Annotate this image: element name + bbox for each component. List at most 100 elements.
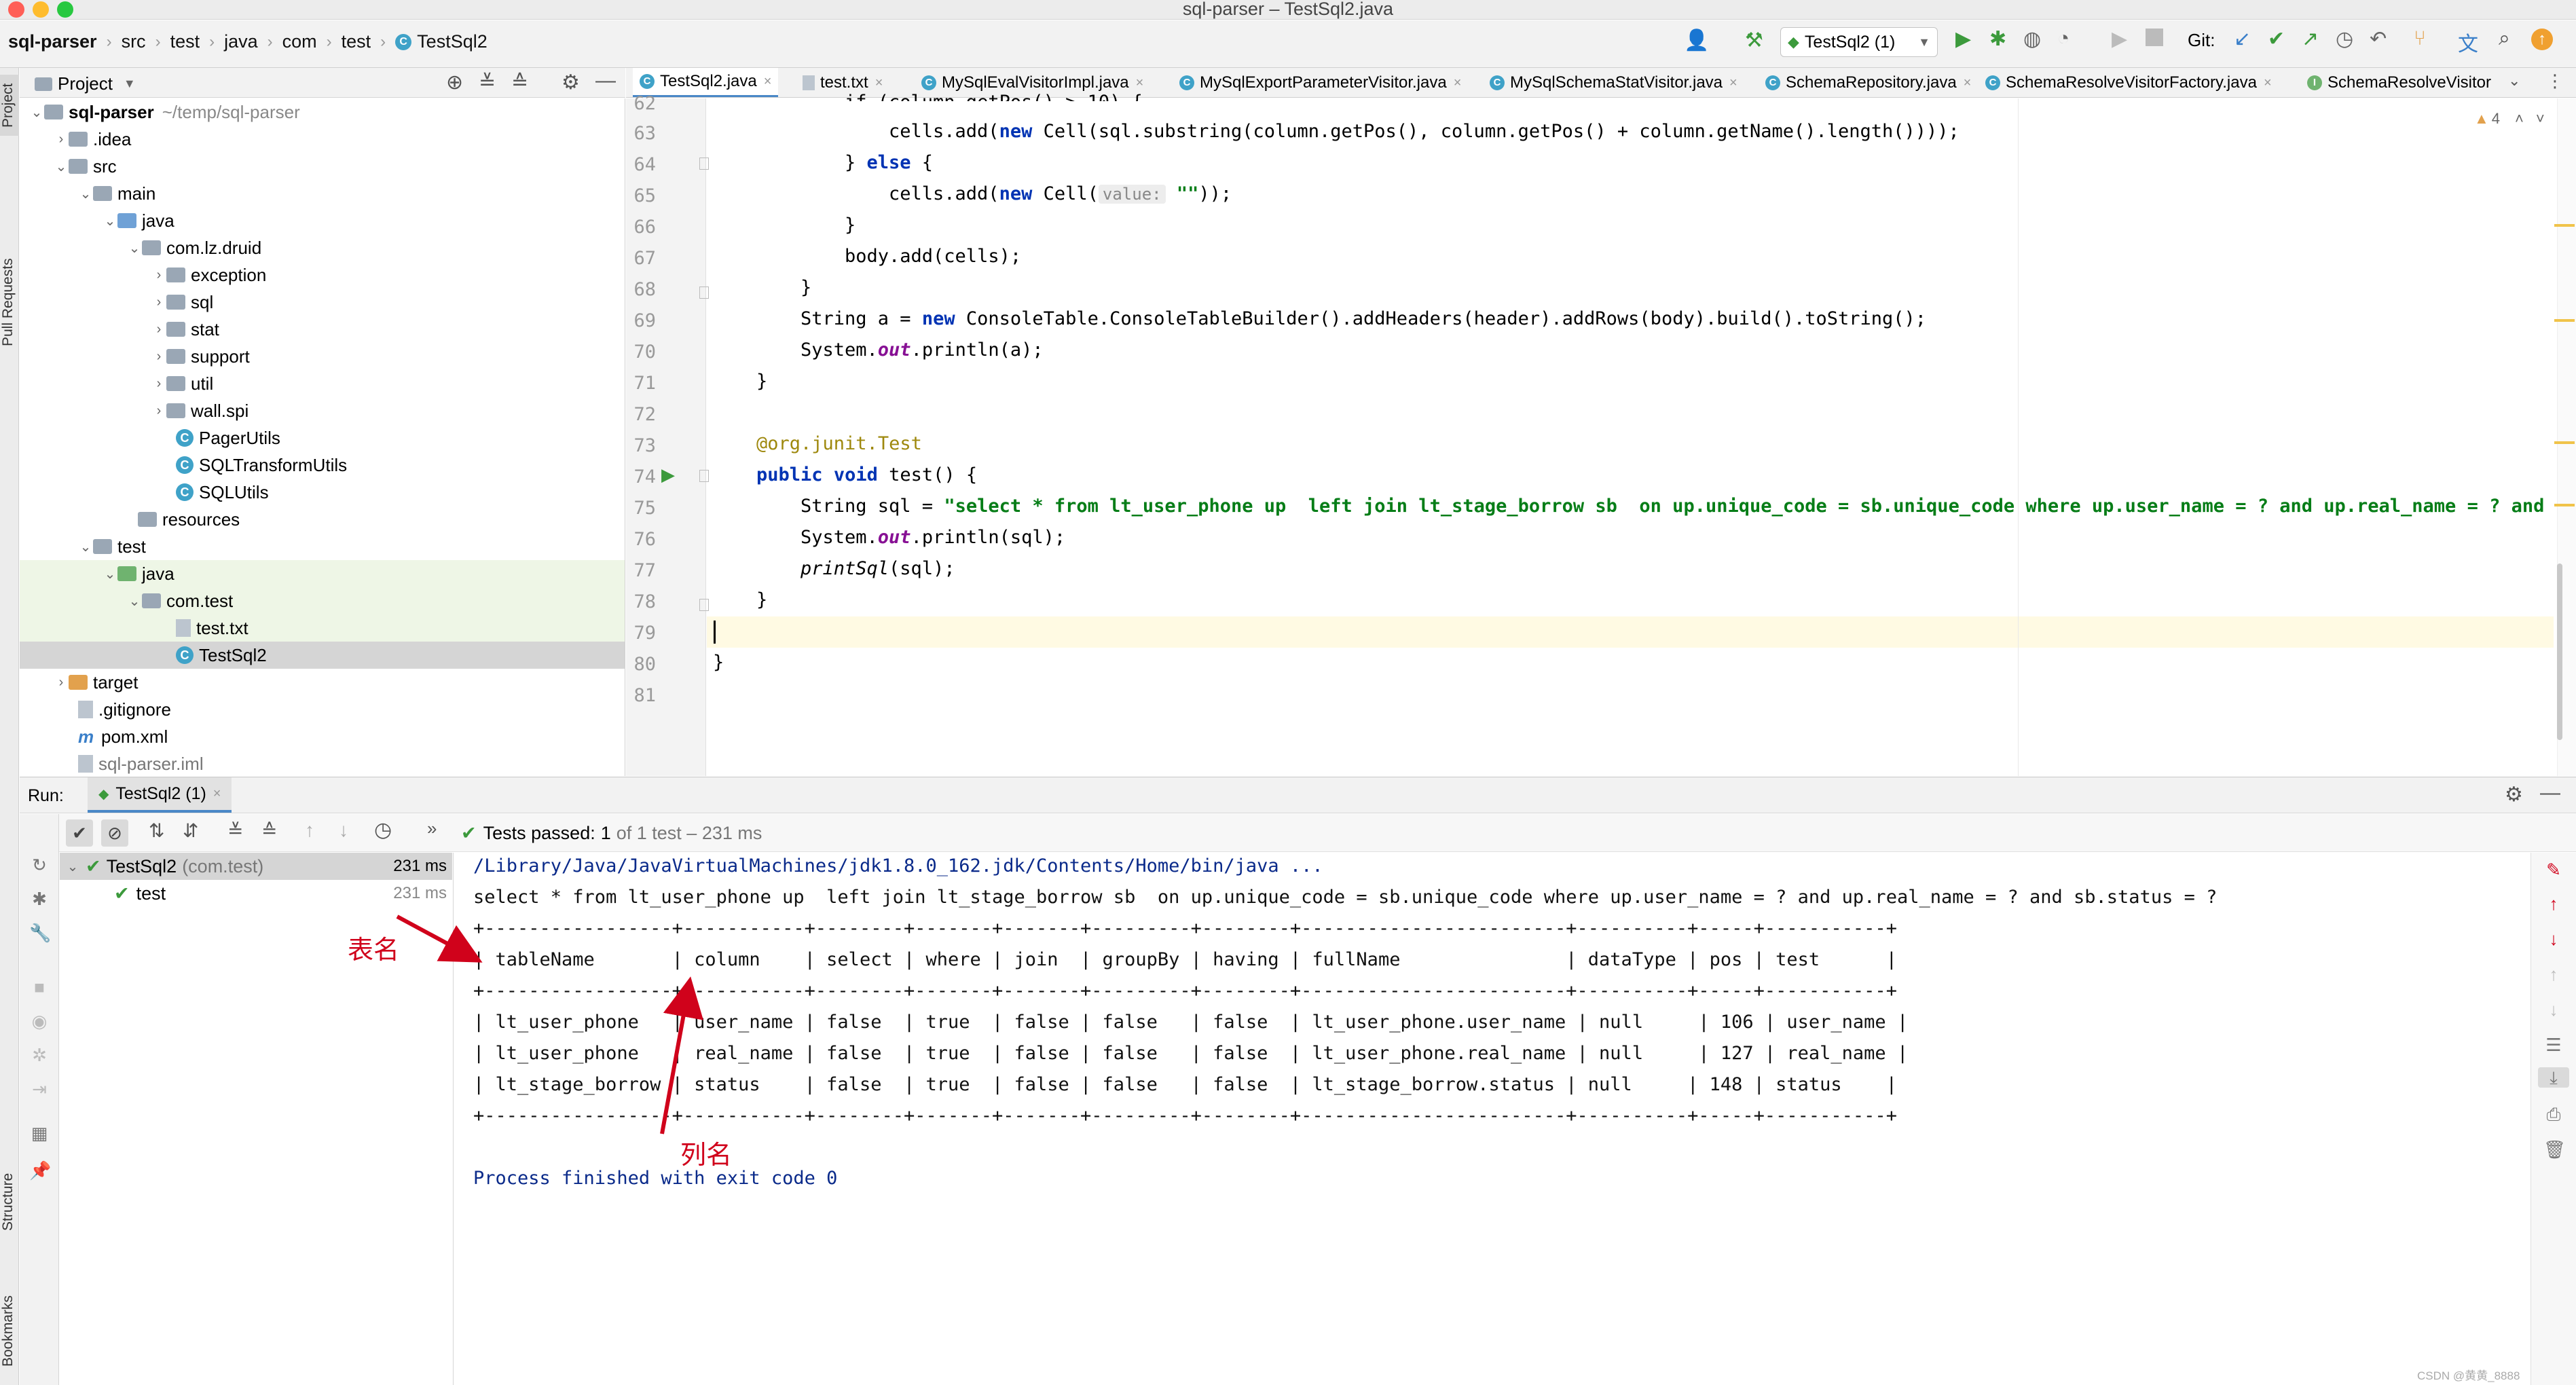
chevron-up-icon[interactable]: ˄: [2515, 110, 2524, 128]
scroll-to-end-icon[interactable]: ⤓: [2538, 1067, 2569, 1088]
run-configuration-select[interactable]: ◆ TestSql2 (1) ▼: [1780, 27, 1938, 57]
sort-duration-icon[interactable]: ⇵: [183, 819, 198, 842]
tree-node[interactable]: › target: [20, 669, 625, 696]
tree-node[interactable]: › .idea: [20, 126, 625, 153]
breadcrumb-item[interactable]: com: [282, 31, 317, 52]
hide-icon[interactable]: —: [595, 69, 616, 92]
profile-icon[interactable]: ◔: [2057, 27, 2069, 50]
warning-marker[interactable]: [2554, 504, 2575, 506]
close-icon[interactable]: ×: [1729, 75, 1737, 91]
close-icon[interactable]: ×: [2264, 75, 2272, 91]
test-suite-row[interactable]: ⌄ ✔ TestSql2 (com.test) 231 ms: [60, 853, 452, 880]
chevron-down-icon[interactable]: ⌄: [127, 240, 142, 257]
breadcrumb-item[interactable]: test: [342, 31, 371, 52]
debug-icon[interactable]: ✱: [29, 889, 50, 909]
more-icon[interactable]: ⋮: [2546, 71, 2564, 92]
wrench-icon[interactable]: 🔧: [29, 923, 51, 943]
run-test-gutter-icon[interactable]: ▶: [661, 464, 675, 485]
close-icon[interactable]: ×: [1136, 75, 1144, 91]
chevron-right-icon[interactable]: ›: [151, 322, 166, 337]
editor-tab[interactable]: C SchemaRepository.java ×: [1759, 68, 1978, 97]
editor-tab[interactable]: C SchemaResolveVisitorFactory.java ×: [1979, 68, 2279, 97]
tree-node[interactable]: › util: [20, 370, 625, 397]
rerun-failed-icon[interactable]: ↻: [29, 855, 50, 875]
trash-icon[interactable]: 🗑: [2543, 1139, 2566, 1160]
chevron-right-icon[interactable]: ›: [151, 376, 166, 392]
gear-icon[interactable]: ⚙: [562, 71, 580, 94]
git-push-icon[interactable]: ↗: [2302, 27, 2319, 51]
run-icon[interactable]: ▶: [1955, 27, 1971, 51]
tree-node[interactable]: .gitignore: [20, 696, 625, 723]
next-failed-icon[interactable]: ↓: [339, 819, 348, 841]
project-tool-tab[interactable]: Project: [0, 75, 19, 136]
tree-node[interactable]: ⌄ java: [20, 560, 625, 587]
chevron-right-icon[interactable]: ›: [151, 349, 166, 365]
tree-node[interactable]: m pom.xml: [20, 723, 625, 750]
up-arrow-icon[interactable]: ↑: [2543, 893, 2564, 914]
previous-failed-icon[interactable]: ↑: [305, 819, 314, 841]
tree-node[interactable]: › wall.spi: [20, 397, 625, 424]
tree-node[interactable]: › sql: [20, 289, 625, 316]
clear-pencil-icon[interactable]: ✎: [2543, 860, 2564, 880]
up-arrow-icon[interactable]: ↑: [2543, 964, 2564, 984]
chevron-right-icon[interactable]: ›: [151, 403, 166, 419]
inspection-widget[interactable]: ▲ 4 ˄ ˅: [2474, 110, 2545, 128]
tree-node[interactable]: ⌄ sql-parser ~/temp/sql-parser: [20, 98, 625, 126]
chevron-right-icon[interactable]: ›: [54, 132, 69, 147]
login-icon[interactable]: ⇥: [29, 1079, 50, 1099]
expand-all-icon[interactable]: ≚: [227, 819, 243, 842]
more-icon[interactable]: »: [427, 818, 437, 839]
editor-tab[interactable]: C MySqlExportParameterVisitor.java ×: [1173, 68, 1468, 97]
soft-wrap-icon[interactable]: ☰: [2543, 1035, 2564, 1055]
rerun-icon[interactable]: ▶: [2112, 27, 2127, 51]
print-icon[interactable]: ⎙: [2543, 1104, 2564, 1124]
fold-marker-icon[interactable]: [699, 470, 709, 482]
test-case-row[interactable]: ✔ test 231 ms: [60, 880, 452, 907]
tree-node[interactable]: ⌄ com.lz.druid: [20, 234, 625, 261]
fold-marker-icon[interactable]: [699, 287, 709, 299]
breadcrumb-item[interactable]: sql-parser: [8, 31, 97, 52]
git-commit-icon[interactable]: ✔: [2268, 27, 2285, 51]
settings-icon[interactable]: ✲: [29, 1045, 50, 1065]
chevron-down-icon[interactable]: ⌄: [65, 858, 80, 875]
structure-tool-tab[interactable]: Structure: [0, 1161, 19, 1242]
close-icon[interactable]: ×: [764, 74, 772, 90]
fold-marker-icon[interactable]: [699, 599, 709, 611]
vcs-operations-icon[interactable]: ⑂: [2414, 27, 2426, 50]
rollback-icon[interactable]: ↶: [2370, 27, 2387, 51]
warning-marker[interactable]: [2554, 319, 2575, 322]
tree-node[interactable]: C PagerUtils: [20, 424, 625, 451]
fold-marker-icon[interactable]: [699, 158, 709, 170]
chevron-down-icon[interactable]: ⌄: [127, 593, 142, 610]
tabs-overflow-chevron-icon[interactable]: ⌄: [2508, 72, 2520, 90]
chevron-down-icon[interactable]: ⌄: [103, 566, 117, 583]
chevron-right-icon[interactable]: ›: [151, 295, 166, 310]
down-arrow-icon[interactable]: ↓: [2543, 999, 2564, 1020]
tree-node[interactable]: ⌄ main: [20, 180, 625, 207]
history-icon[interactable]: ◷: [2336, 27, 2353, 51]
tree-node[interactable]: sql-parser.iml: [20, 750, 625, 776]
breadcrumb-item[interactable]: TestSql2: [417, 31, 487, 52]
history-icon[interactable]: ◷: [374, 818, 392, 842]
close-icon[interactable]: ×: [213, 786, 221, 802]
breadcrumb-item[interactable]: src: [122, 31, 146, 52]
pull-requests-tool-tab[interactable]: Pull Requests: [0, 238, 19, 367]
tree-node-selected[interactable]: C TestSql2: [20, 642, 625, 669]
warning-marker[interactable]: [2554, 224, 2575, 227]
chevron-down-icon[interactable]: ⌄: [78, 185, 93, 202]
run-tab[interactable]: ◆ TestSql2 (1) ×: [88, 777, 232, 813]
tree-node[interactable]: ⌄ java: [20, 207, 625, 234]
tree-node[interactable]: test.txt: [20, 614, 625, 642]
down-arrow-icon[interactable]: ↓: [2543, 929, 2564, 949]
tree-node[interactable]: ⌄ com.test: [20, 587, 625, 614]
breadcrumb-item[interactable]: java: [224, 31, 258, 52]
debug-icon[interactable]: ✱: [1989, 27, 2006, 51]
tree-node[interactable]: › exception: [20, 261, 625, 289]
user-icon[interactable]: 👤: [1684, 29, 1711, 56]
camera-icon[interactable]: ◉: [29, 1011, 50, 1031]
git-update-icon[interactable]: ↙: [2234, 27, 2251, 51]
chevron-right-icon[interactable]: ›: [54, 675, 69, 690]
locate-icon[interactable]: ⊕: [446, 71, 463, 94]
chevron-right-icon[interactable]: ›: [151, 267, 166, 283]
collapse-all-icon[interactable]: ≙: [261, 819, 277, 842]
